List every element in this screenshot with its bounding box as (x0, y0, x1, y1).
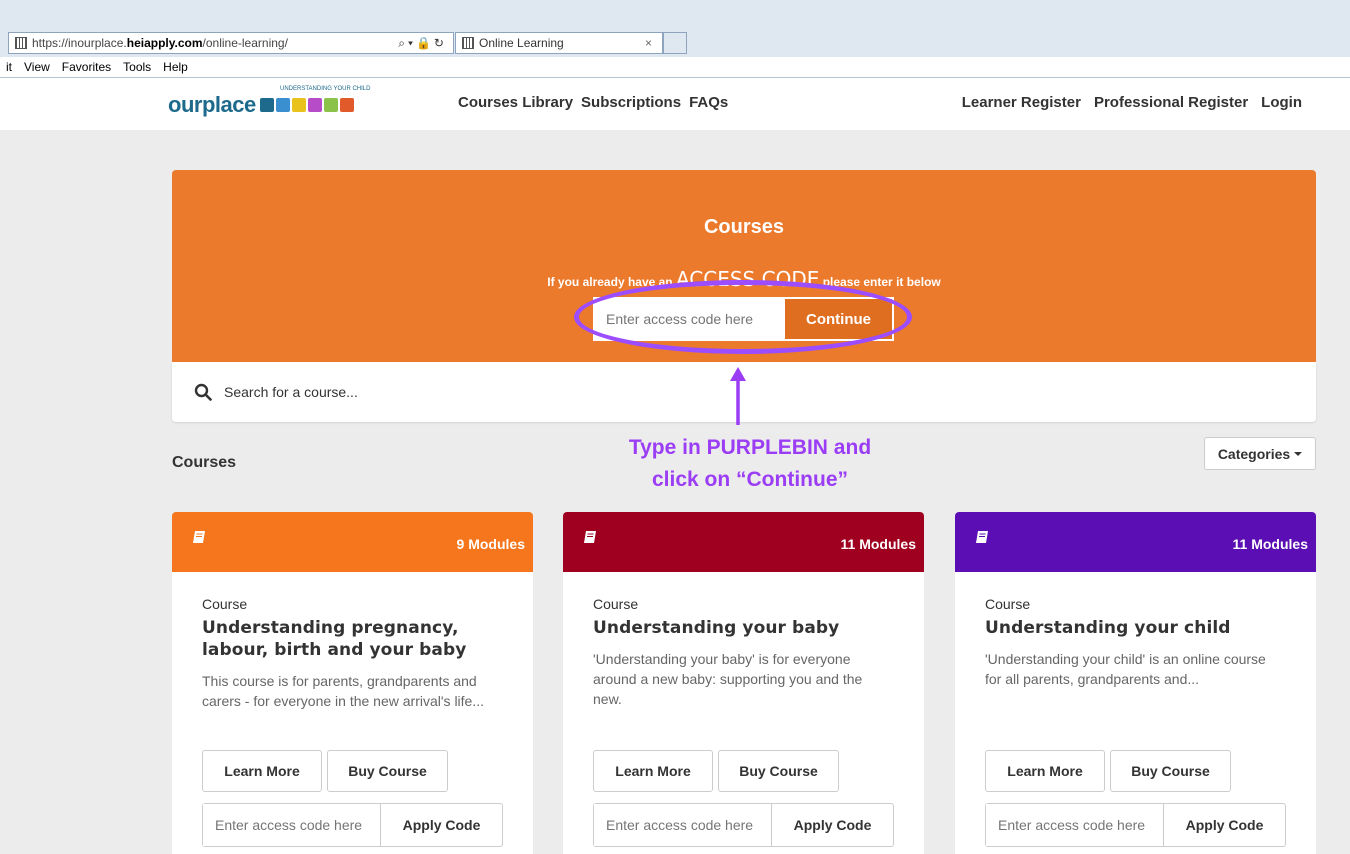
course-card: 9 Modules Course Understanding pregnancy… (172, 512, 533, 854)
hero-subtitle: If you already have an ACCESS CODE pleas… (172, 267, 1316, 291)
nav-subscriptions[interactable]: Subscriptions (581, 94, 681, 111)
apply-code-form: Apply Code (593, 803, 894, 847)
url-prefix: https://inourplace. (32, 36, 127, 50)
annotation-line-1: Type in PURPLEBIN and (628, 436, 872, 459)
module-count: 11 Modules (1232, 536, 1308, 552)
menu-bar: it View Favorites Tools Help (0, 57, 1350, 77)
course-description: This course is for parents, grandparents… (202, 673, 485, 709)
card-code-input[interactable] (594, 804, 772, 846)
account-nav: Learner Register Professional Register L… (962, 94, 1302, 111)
card-header: 9 Modules (172, 512, 533, 572)
learn-more-button[interactable]: Learn More (593, 750, 713, 792)
menu-item-help[interactable]: Help (163, 60, 188, 74)
course-card: 11 Modules Course Understanding your bab… (563, 512, 924, 854)
search-placeholder: Search for a course... (224, 384, 358, 400)
book-icon (976, 531, 988, 543)
hero-sub-highlight: ACCESS CODE (675, 267, 820, 291)
course-card: 11 Modules Course Understanding your chi… (955, 512, 1316, 854)
browser-tab[interactable]: Online Learning × (455, 32, 663, 54)
url-path: /online-learning/ (202, 36, 288, 50)
new-tab-button[interactable] (663, 32, 687, 54)
url-host: heiapply.com (126, 36, 203, 50)
search-icon (194, 383, 212, 401)
apply-code-button[interactable]: Apply Code (381, 804, 502, 846)
menu-item-favorites[interactable]: Favorites (62, 60, 111, 74)
logo-blocks-icon (259, 98, 354, 112)
hero-sub-before: If you already have an (547, 275, 676, 289)
address-bar[interactable]: https://inourplace. heiapply.com/online-l… (8, 32, 454, 54)
menu-item-view[interactable]: View (24, 60, 50, 74)
learn-more-button[interactable]: Learn More (985, 750, 1105, 792)
logo-tagline: UNDERSTANDING YOUR CHILD (280, 86, 371, 92)
tab-close-icon[interactable]: × (645, 36, 652, 50)
book-icon (584, 531, 596, 543)
course-title[interactable]: Understanding your child (985, 617, 1286, 639)
card-header: 11 Modules (955, 512, 1316, 572)
annotation-arrow-icon (730, 367, 746, 425)
browser-chrome: https://inourplace. heiapply.com/online-l… (0, 0, 1350, 78)
apply-code-button[interactable]: Apply Code (772, 804, 893, 846)
site-header: ourplace UNDERSTANDING YOUR CHILD Course… (0, 78, 1350, 130)
apply-code-button[interactable]: Apply Code (1164, 804, 1285, 846)
annotation-line-2: click on “Continue” (651, 468, 848, 491)
access-code-input[interactable] (593, 297, 783, 341)
categories-label: Categories (1217, 445, 1291, 462)
main-nav: Courses Library Subscriptions FAQs (458, 94, 728, 111)
tab-title: Online Learning (479, 36, 564, 50)
learn-more-button[interactable]: Learn More (202, 750, 322, 792)
caret-down-icon (1294, 451, 1303, 456)
nav-learner-register[interactable]: Learner Register (962, 94, 1081, 111)
continue-button[interactable]: Continue (783, 297, 894, 341)
buy-course-button[interactable]: Buy Course (327, 750, 448, 792)
nav-courses-library[interactable]: Courses Library (458, 94, 573, 111)
module-count: 11 Modules (840, 536, 916, 552)
access-code-form: Continue (593, 297, 894, 341)
hero-sub-after: please enter it below (819, 275, 941, 289)
apply-code-form: Apply Code (985, 803, 1286, 847)
menu-item-edit[interactable]: it (6, 60, 12, 74)
course-title[interactable]: Understanding pregnancy, labour, birth a… (202, 617, 503, 661)
site-favicon-icon (15, 37, 27, 49)
book-icon (193, 531, 205, 543)
annotation-text: Type in PURPLEBIN and click on “Continue… (560, 432, 940, 496)
buy-course-button[interactable]: Buy Course (718, 750, 839, 792)
courses-section-title: Courses (172, 454, 237, 471)
card-header: 11 Modules (563, 512, 924, 572)
nav-faqs[interactable]: FAQs (689, 94, 728, 111)
logo-text: ourplace (168, 92, 256, 117)
apply-code-form: Apply Code (202, 803, 503, 847)
card-kind: Course (202, 596, 248, 612)
module-count: 9 Modules (456, 536, 525, 552)
site-logo[interactable]: ourplace UNDERSTANDING YOUR CHILD (168, 86, 370, 118)
hero-title: Courses (703, 216, 785, 238)
card-code-input[interactable] (986, 804, 1164, 846)
access-code-hero: Courses If you already have an ACCESS CO… (172, 170, 1316, 362)
course-description: 'Understanding your baby' is for everyon… (593, 651, 863, 707)
buy-course-button[interactable]: Buy Course (1110, 750, 1231, 792)
nav-login[interactable]: Login (1261, 94, 1302, 111)
course-description: 'Understanding your child' is an online … (985, 651, 1266, 687)
tab-favicon-icon (462, 37, 474, 49)
nav-professional-register[interactable]: Professional Register (1094, 94, 1248, 111)
course-title[interactable]: Understanding your baby (593, 617, 894, 639)
categories-dropdown[interactable]: Categories (1204, 437, 1316, 470)
card-code-input[interactable] (203, 804, 381, 846)
address-bar-icons[interactable]: ⌕▾🔒↻ (398, 36, 447, 51)
card-kind: Course (593, 596, 639, 612)
card-kind: Course (985, 596, 1031, 612)
menu-item-tools[interactable]: Tools (123, 60, 151, 74)
